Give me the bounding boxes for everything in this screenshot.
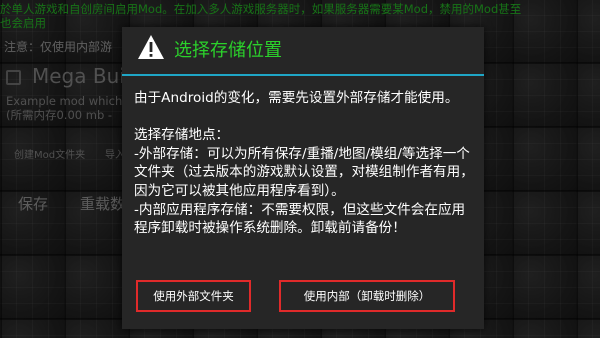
- use-internal-storage-button[interactable]: 使用内部（卸载时删除）: [279, 280, 455, 312]
- dialog-title-divider: [122, 74, 484, 76]
- dialog-title: 选择存储位置: [174, 40, 282, 61]
- warning-icon: [138, 35, 164, 59]
- storage-location-dialog: 选择存储位置 由于Android的变化，需要先设置外部存储才能使用。 选择存储地…: [122, 27, 484, 329]
- dialog-header: 选择存储位置: [122, 27, 484, 75]
- dialog-message: 由于Android的变化，需要先设置外部存储才能使用。 选择存储地点： -外部存…: [134, 90, 474, 237]
- use-external-folder-button[interactable]: 使用外部文件夹: [136, 280, 251, 312]
